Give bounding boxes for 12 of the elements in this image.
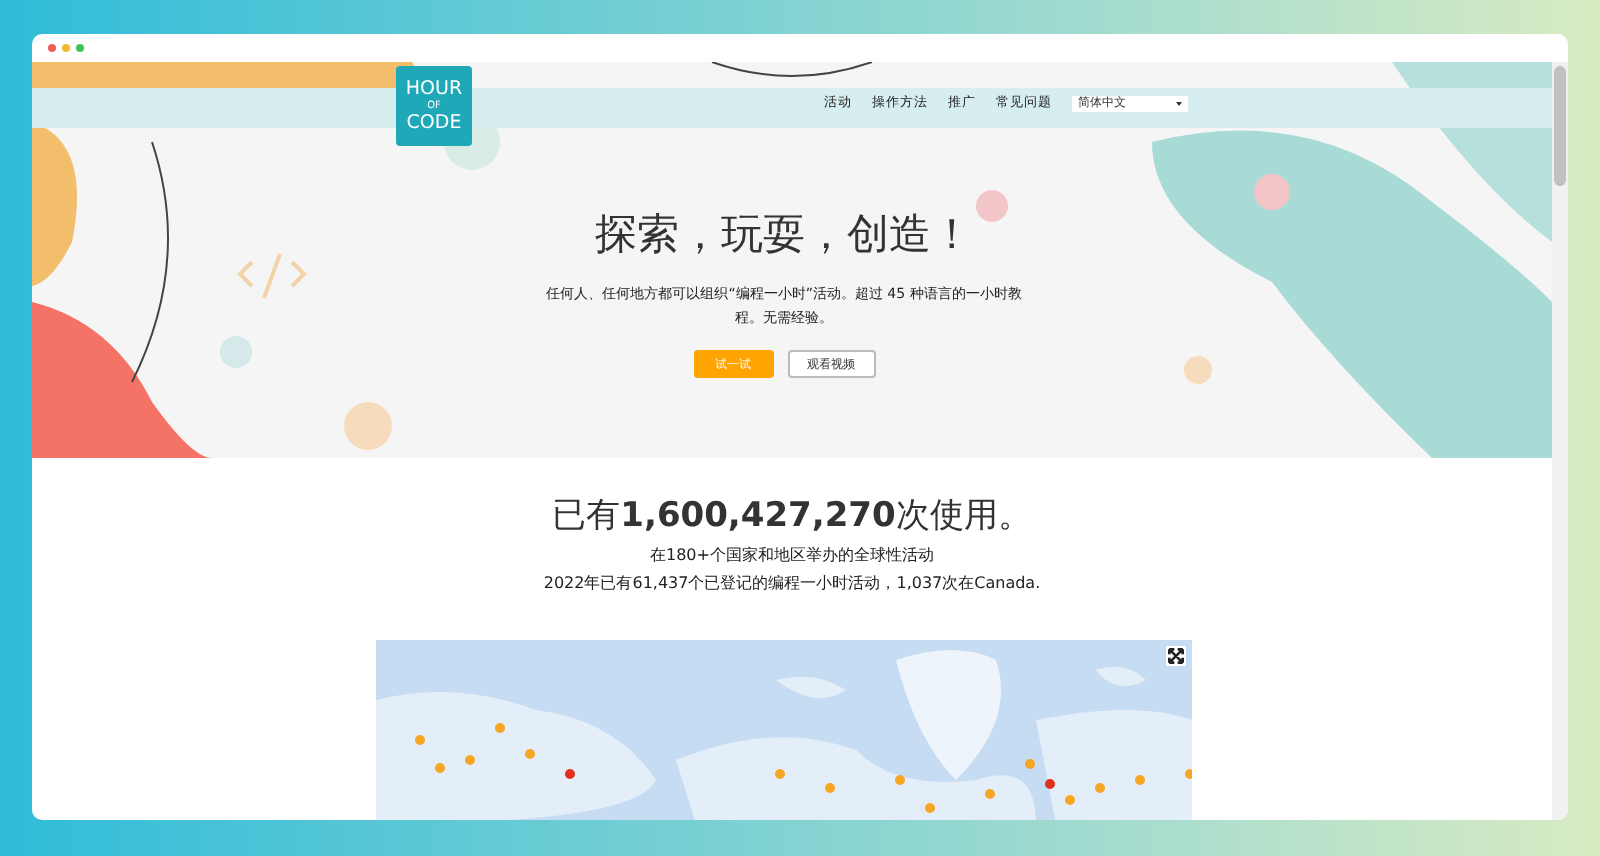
window-control[interactable]	[48, 44, 56, 52]
window-control[interactable]	[62, 44, 70, 52]
window-control[interactable]	[76, 44, 84, 52]
scrollbar[interactable]	[1552, 62, 1568, 820]
stats-text: 2022年已有61,437个已登记的编程一小时活动，1,037次在Canada.	[543, 572, 1041, 594]
logo-text: CODE	[406, 113, 462, 132]
caret-icon	[1176, 101, 1182, 105]
hero-title: 探索，玩耍，创造！	[595, 208, 973, 262]
stats-text: 在180+个国家和地区举办的全球性活动	[650, 544, 934, 566]
logo-text: HOUR	[405, 80, 463, 99]
usage-headline: 已有1,600,427,270次使用。	[552, 494, 1032, 538]
fullscreen-icon[interactable]	[1166, 646, 1186, 666]
